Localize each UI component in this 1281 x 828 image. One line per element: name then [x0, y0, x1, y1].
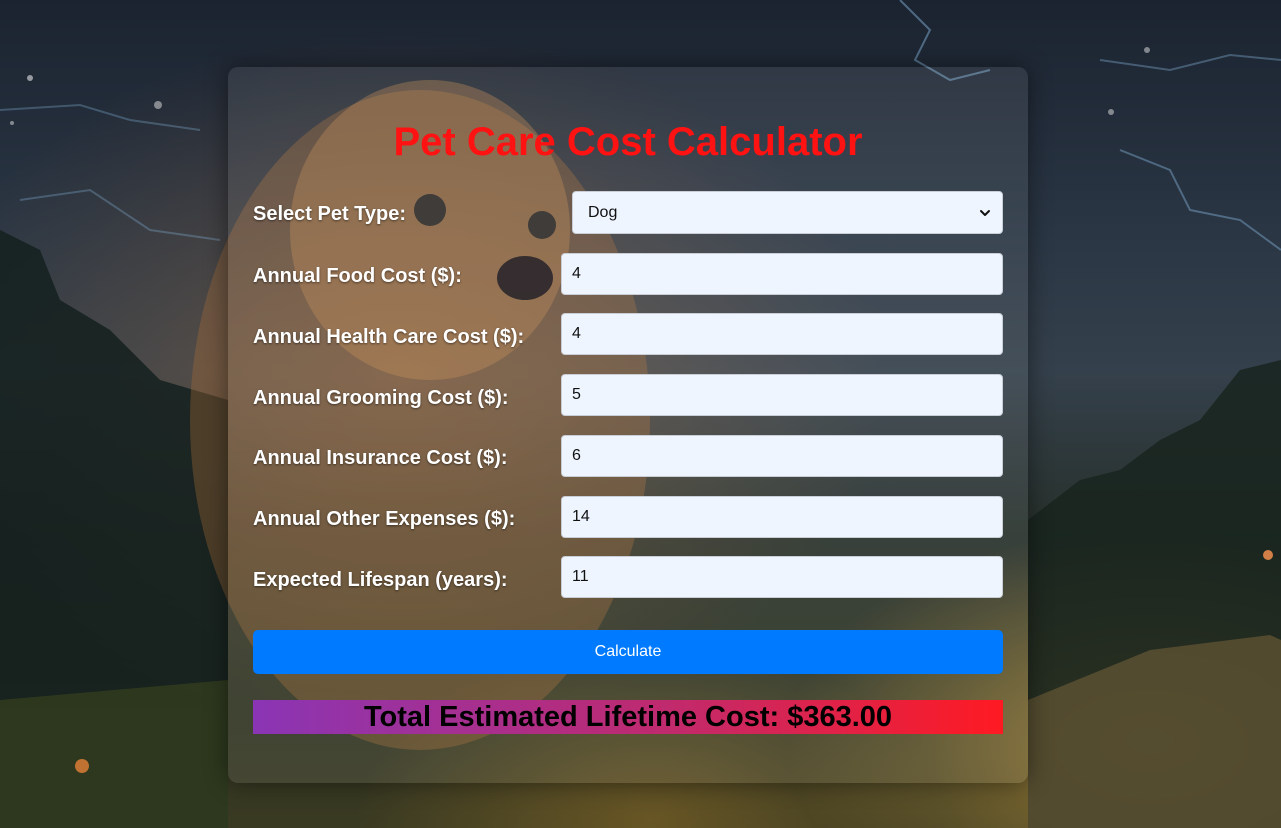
insurance-cost-input[interactable] [561, 435, 1003, 477]
food-cost-input[interactable] [561, 253, 1003, 295]
health-care-cost-input[interactable] [561, 313, 1003, 355]
page-title: Pet Care Cost Calculator [393, 120, 863, 164]
pet-type-selected-value: Dog [588, 203, 618, 221]
grooming-cost-input[interactable] [561, 374, 1003, 416]
calculate-button[interactable]: Calculate [253, 630, 1003, 674]
food-cost-label: Annual Food Cost ($): [253, 265, 462, 287]
lifespan-input[interactable] [561, 556, 1003, 598]
grooming-cost-label: Annual Grooming Cost ($): [253, 387, 509, 409]
result-banner: Total Estimated Lifetime Cost: $363.00 [253, 700, 1003, 734]
chevron-down-icon [980, 209, 990, 216]
other-expenses-label: Annual Other Expenses ($): [253, 508, 516, 530]
calculator-card: Pet Care Cost Calculator Select Pet Type… [228, 67, 1028, 783]
health-care-cost-label: Annual Health Care Cost ($): [253, 326, 525, 348]
pet-type-select[interactable]: Dog [572, 191, 1003, 234]
other-expenses-input[interactable] [561, 496, 1003, 538]
insurance-cost-label: Annual Insurance Cost ($): [253, 447, 508, 469]
pet-type-label: Select Pet Type: [253, 203, 407, 225]
lifespan-label: Expected Lifespan (years): [253, 569, 508, 591]
